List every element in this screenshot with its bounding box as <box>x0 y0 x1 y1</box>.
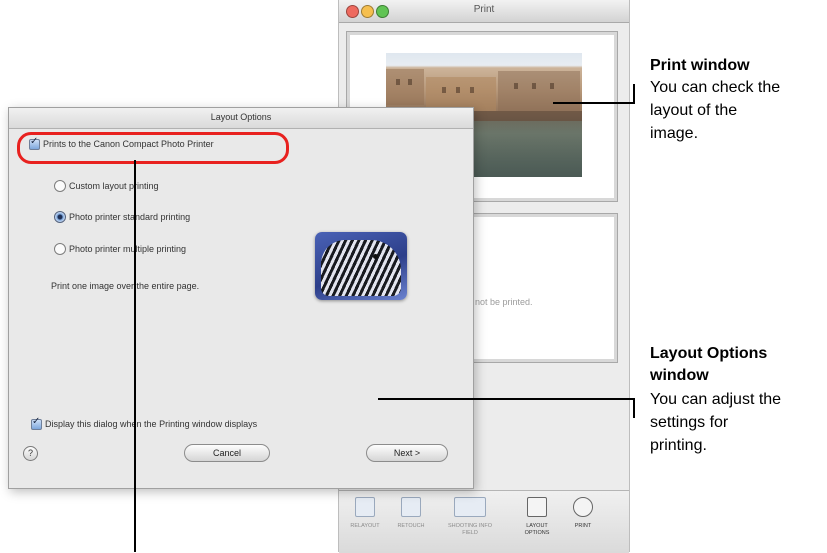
layout-options-annotation-text: printing. <box>650 437 707 454</box>
retouch-label: RETOUCH <box>397 523 425 529</box>
window-shape <box>396 79 400 85</box>
retouch-button[interactable]: RETOUCH <box>391 497 431 549</box>
building-shape <box>386 69 424 105</box>
radio-standard-printing-label: Photo printer standard printing <box>69 212 191 222</box>
layout-options-label: LAYOUT OPTIONS <box>524 523 550 536</box>
radio-custom-layout[interactable] <box>54 180 66 192</box>
layout-options-callout-line <box>378 398 635 400</box>
print-window-annotation-text: layout of the <box>650 102 738 119</box>
window-shape <box>514 83 518 89</box>
relayout-label: RELAYOUT <box>350 523 380 529</box>
highlight-outline <box>17 132 289 164</box>
cancel-button[interactable]: Cancel <box>184 444 270 462</box>
layout-options-dialog: Layout Options Prints to the Canon Compa… <box>8 107 474 489</box>
display-dialog-checkbox[interactable] <box>31 416 42 430</box>
layout-options-callout-line <box>633 398 635 418</box>
display-dialog-label: Display this dialog when the Printing wi… <box>45 419 258 429</box>
layout-description: Print one image over the entire page. <box>51 281 200 291</box>
next-button[interactable]: Next > <box>366 444 448 462</box>
dialog-titlebar: Layout Options <box>9 108 473 129</box>
print-toolbar: RELAYOUT RETOUCH SHOOTING INFO FIELD LAY… <box>339 490 629 553</box>
print-label: PRINT <box>574 523 592 529</box>
checkbox-callout-line <box>134 160 136 552</box>
window-shape <box>470 87 474 93</box>
radio-custom-layout-label: Custom layout printing <box>69 181 159 191</box>
layout-options-annotation-title: Layout Options <box>650 345 768 362</box>
shooting-info-label: SHOOTING INFO FIELD <box>448 523 492 536</box>
retouch-icon <box>401 497 421 517</box>
layout-sample-image <box>315 232 407 300</box>
shooting-info-icon <box>454 497 486 517</box>
zebra-eye <box>373 254 378 259</box>
print-window-callout-line <box>633 84 635 104</box>
radio-multiple-printing[interactable] <box>54 243 66 255</box>
building-shape <box>498 71 580 111</box>
layout-options-button[interactable]: LAYOUT OPTIONS <box>517 497 557 549</box>
print-window-annotation-text: image. <box>650 125 699 142</box>
help-button[interactable]: ? <box>23 446 38 461</box>
radio-multiple-printing-label: Photo printer multiple printing <box>69 244 187 254</box>
print-icon <box>573 497 593 517</box>
radio-standard-printing[interactable] <box>54 211 66 223</box>
print-window-title: Print <box>473 4 495 15</box>
relayout-icon <box>355 497 375 517</box>
print-titlebar: Print <box>339 0 629 23</box>
shooting-info-button[interactable]: SHOOTING INFO FIELD <box>443 497 497 549</box>
dialog-title: Layout Options <box>210 112 272 122</box>
layout-options-annotation-text: settings for <box>650 414 729 431</box>
window-shape <box>456 87 460 93</box>
print-window-annotation-text: You can check the <box>650 79 781 96</box>
relayout-button[interactable]: RELAYOUT <box>345 497 385 549</box>
print-window-annotation-title: Print window <box>650 57 750 74</box>
window-shape <box>408 79 412 85</box>
layout-options-icon <box>527 497 547 517</box>
print-button[interactable]: PRINT <box>563 497 603 549</box>
window-shape <box>550 83 554 89</box>
building-shape <box>426 77 496 111</box>
zebra-shape <box>321 240 401 296</box>
window-shape <box>442 87 446 93</box>
layout-options-annotation-text: You can adjust the <box>650 391 782 408</box>
window-shape <box>532 83 536 89</box>
print-window-callout-line <box>553 102 635 104</box>
layout-options-annotation-title: window <box>650 367 709 384</box>
